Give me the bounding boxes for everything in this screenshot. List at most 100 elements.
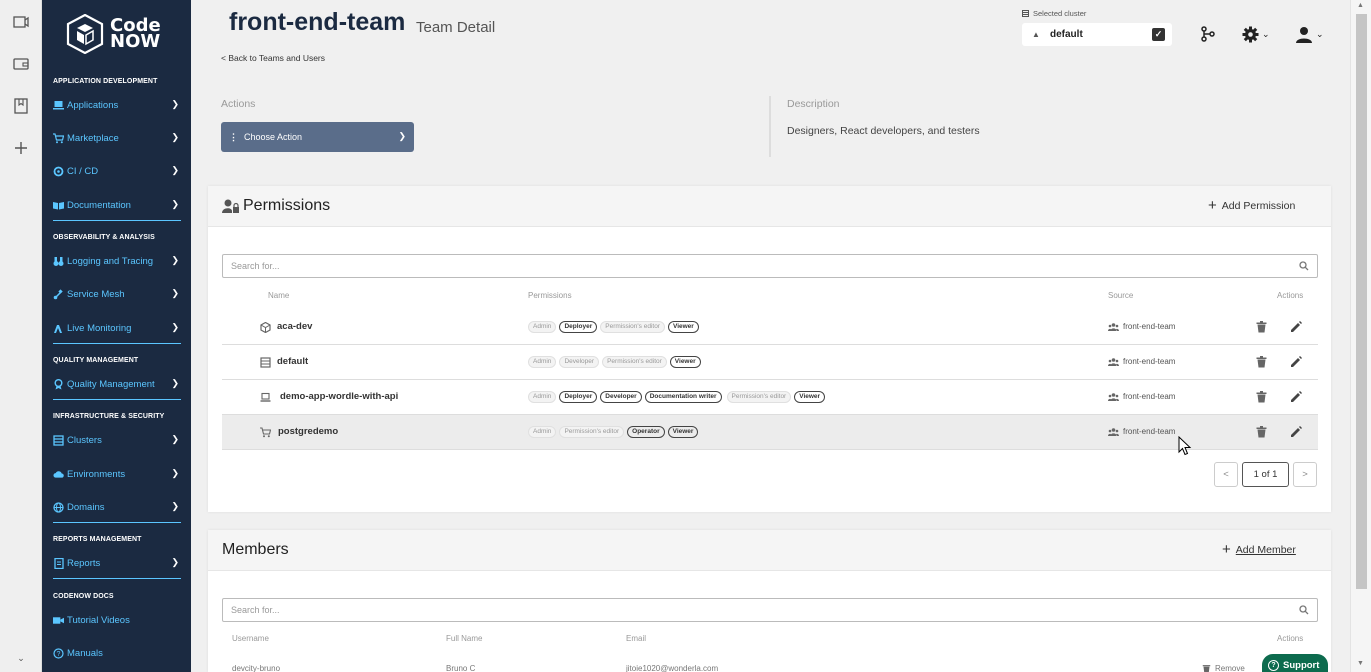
book-icon[interactable] <box>11 96 31 116</box>
git-branch-button[interactable] <box>1201 24 1215 44</box>
page-scrollbar[interactable]: ▲ ▼ <box>1350 0 1371 672</box>
badge-deployer: Deployer <box>559 321 598 333</box>
col-actions: Actions <box>1277 291 1304 300</box>
pager-next-button[interactable]: > <box>1293 462 1317 487</box>
scroll-up-arrow-icon[interactable]: ▲ <box>1357 2 1364 9</box>
actions-label: Actions <box>221 98 256 110</box>
page-title: front-end-team <box>229 8 406 36</box>
sidebar-item-tutorial-videos[interactable]: Tutorial Videos <box>53 611 181 629</box>
sidebar-item-label: Tutorial Videos <box>67 614 130 626</box>
member-remove-button[interactable]: Remove <box>1202 664 1245 672</box>
choose-action-text: Choose Action <box>244 132 303 142</box>
laptop-icon <box>260 392 271 402</box>
table-row[interactable]: demo-app-wordle-with-api Admin Deployer … <box>222 380 1318 415</box>
add-member-button[interactable]: + Add Member <box>1222 542 1296 557</box>
globe-icon <box>53 501 64 513</box>
trash-icon <box>1202 665 1211 672</box>
user-menu-button[interactable]: ⌄ <box>1296 24 1324 44</box>
vertical-dots-icon: ⋮ <box>229 131 238 142</box>
members-search[interactable] <box>222 598 1318 622</box>
sidebar-item-label: Clusters <box>67 434 102 446</box>
users-icon <box>1108 357 1119 366</box>
sidebar-item-reports[interactable]: Reports ❯ <box>53 554 181 579</box>
sidebar-item-marketplace[interactable]: Marketplace ❯ <box>53 129 181 147</box>
wallet-icon[interactable] <box>11 54 31 74</box>
sidebar-item-service-mesh[interactable]: Service Mesh ❯ <box>53 285 181 303</box>
video-icon[interactable] <box>11 12 31 32</box>
permission-badges: Admin Developer Permission's editor View… <box>528 356 704 368</box>
permissions-search[interactable] <box>222 254 1318 278</box>
question-circle-icon: ? <box>53 647 64 659</box>
codenow-logo[interactable]: Code NOW <box>66 14 161 54</box>
sidebar-item-quality-management[interactable]: Quality Management ❯ <box>53 375 181 400</box>
sidebar-item-live-monitoring[interactable]: Live Monitoring ❯ <box>53 319 181 344</box>
sidebar-item-label: Live Monitoring <box>67 322 132 334</box>
sidebar-item-applications[interactable]: Applications ❯ <box>53 96 181 114</box>
row-source: front-end-team <box>1108 392 1175 401</box>
add-permission-label: Add Permission <box>1221 200 1296 212</box>
trash-icon[interactable] <box>1256 391 1267 403</box>
pencil-icon[interactable] <box>1290 391 1302 403</box>
settings-menu-button[interactable]: ⌄ <box>1242 24 1270 44</box>
page-subtitle: Team Detail <box>416 19 496 36</box>
sidebar-item-environments[interactable]: Environments ❯ <box>53 465 181 483</box>
row-source: front-end-team <box>1108 357 1175 366</box>
cluster-select[interactable]: ▲ default ✓ <box>1022 23 1172 46</box>
chevrons-down-icon[interactable]: ⌄ <box>11 648 31 668</box>
sidebar-item-documentation[interactable]: Documentation ❯ <box>53 196 181 221</box>
table-row[interactable]: default Admin Developer Permission's edi… <box>222 345 1318 380</box>
scroll-down-arrow-icon[interactable]: ▼ <box>1357 660 1364 667</box>
open-book-icon <box>53 200 64 211</box>
support-label: Support <box>1283 659 1320 671</box>
trash-icon[interactable] <box>1256 426 1267 438</box>
table-row[interactable]: aca-dev Admin Deployer Permission's edit… <box>222 310 1318 345</box>
sidebar-item-manuals[interactable]: ? Manuals <box>53 644 181 662</box>
add-member-label: Add Member <box>1235 544 1296 556</box>
pencil-icon[interactable] <box>1290 426 1302 438</box>
sidebar-item-domains[interactable]: Domains ❯ <box>53 498 181 523</box>
members-search-input[interactable] <box>223 599 1263 621</box>
pencil-icon[interactable] <box>1290 321 1302 333</box>
checkbox-checked-icon[interactable]: ✓ <box>1152 28 1165 41</box>
badge-operator: Operator <box>627 426 665 438</box>
badge-viewer: Viewer <box>794 391 826 403</box>
sidebar-item-logging[interactable]: Logging and Tracing ❯ <box>53 252 181 270</box>
pencil-icon[interactable] <box>1290 356 1302 368</box>
sidebar-item-clusters[interactable]: Clusters ❯ <box>53 431 181 449</box>
choose-action-dropdown[interactable]: ⋮ Choose Action ❯ <box>221 122 414 152</box>
sidebar-item-label: Reports <box>67 557 101 569</box>
chevron-down-icon: ⌄ <box>1316 28 1324 39</box>
support-button[interactable]: ? Support <box>1262 654 1328 672</box>
scrollbar-thumb[interactable] <box>1356 14 1367 589</box>
gear-icon <box>1242 26 1259 42</box>
logo-text-now: NOW <box>110 31 161 52</box>
chevron-right-icon: ❯ <box>171 468 179 478</box>
sidebar-item-label: Domains <box>67 501 105 513</box>
sidebar: Code NOW APPLICATION DEVELOPMENT Applica… <box>42 0 191 672</box>
badge-admin: Admin <box>528 321 557 333</box>
sidebar-item-label: Applications <box>67 99 119 111</box>
award-icon <box>53 378 64 390</box>
report-icon <box>53 557 64 569</box>
table-row[interactable]: postgredemo Admin Permission's editor Op… <box>222 415 1318 450</box>
question-circle-icon: ? <box>1268 659 1279 671</box>
row-source-text: front-end-team <box>1123 357 1176 366</box>
members-header: Members + Add Member <box>208 530 1331 571</box>
back-to-teams-link[interactable]: < Back to Teams and Users <box>221 53 325 63</box>
row-source: front-end-team <box>1108 427 1175 436</box>
users-icon <box>1108 427 1119 436</box>
trash-icon[interactable] <box>1256 321 1267 333</box>
trash-icon[interactable] <box>1256 356 1267 368</box>
badge-deployer: Deployer <box>559 391 598 403</box>
pager-prev-button[interactable]: < <box>1214 462 1238 487</box>
add-permission-button[interactable]: + Add Permission <box>1208 198 1296 213</box>
icon-rail: ⌄ <box>0 0 42 672</box>
sidebar-item-label: Service Mesh <box>67 288 125 300</box>
chevron-right-icon: ❯ <box>171 322 179 332</box>
permissions-search-input[interactable] <box>223 255 1263 277</box>
member-full-name: Bruno C <box>446 664 476 672</box>
user-icon <box>1296 26 1312 43</box>
section-observability: OBSERVABILITY & ANALYSIS <box>53 234 155 241</box>
plus-icon[interactable] <box>11 138 31 158</box>
sidebar-item-cicd[interactable]: CI / CD ❯ <box>53 162 181 180</box>
